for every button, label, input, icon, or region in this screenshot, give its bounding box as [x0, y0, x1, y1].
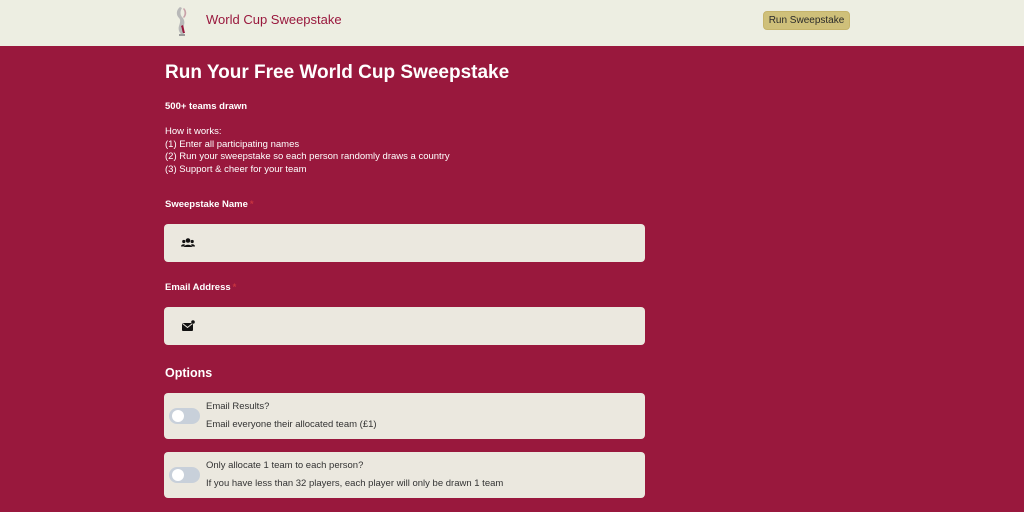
- email-results-option: Email Results? Email everyone their allo…: [164, 393, 645, 439]
- email-address-label: Email Address *: [165, 282, 236, 293]
- one-team-toggle[interactable]: [169, 467, 200, 483]
- sweepstake-name-label-text: Sweepstake Name: [165, 199, 248, 210]
- email-address-field[interactable]: [164, 307, 645, 345]
- email-address-input[interactable]: [204, 307, 634, 345]
- toggle-knob: [172, 469, 184, 481]
- one-team-question: Only allocate 1 team to each person?: [206, 460, 364, 471]
- brand-name[interactable]: World Cup Sweepstake: [206, 12, 342, 27]
- how-it-works: How it works: (1) Enter all participatin…: [165, 126, 450, 176]
- step-item: (1) Enter all participating names: [165, 138, 300, 150]
- email-results-question: Email Results?: [206, 401, 270, 412]
- teams-drawn-stat: 500+ teams drawn: [165, 101, 248, 112]
- run-sweepstake-button[interactable]: Run Sweepstake: [763, 11, 850, 30]
- email-results-toggle[interactable]: [169, 408, 200, 424]
- step-item: (2) Run your sweepstake so each person r…: [165, 151, 450, 162]
- one-team-description: If you have less than 32 players, each p…: [206, 478, 504, 489]
- sweepstake-name-field[interactable]: [164, 224, 645, 262]
- sweepstake-name-label: Sweepstake Name *: [165, 199, 254, 210]
- trophy-logo[interactable]: [172, 5, 192, 37]
- page-title: Run Your Free World Cup Sweepstake: [165, 62, 510, 83]
- required-marker: *: [232, 282, 237, 293]
- users-icon: [181, 238, 195, 247]
- how-it-works-heading: How it works:: [165, 126, 222, 137]
- one-team-option: Only allocate 1 team to each person? If …: [164, 452, 645, 498]
- email-address-label-text: Email Address: [165, 282, 231, 293]
- options-heading: Options: [165, 366, 213, 380]
- sweepstake-name-input[interactable]: [204, 224, 634, 262]
- email-results-description: Email everyone their allocated team (£1): [206, 419, 377, 430]
- top-navbar: World Cup Sweepstake Run Sweepstake: [0, 0, 1024, 46]
- required-marker: *: [249, 199, 254, 210]
- envelope-icon: [182, 320, 195, 331]
- step-item: (3) Support & cheer for your team: [165, 163, 307, 175]
- toggle-knob: [172, 410, 184, 422]
